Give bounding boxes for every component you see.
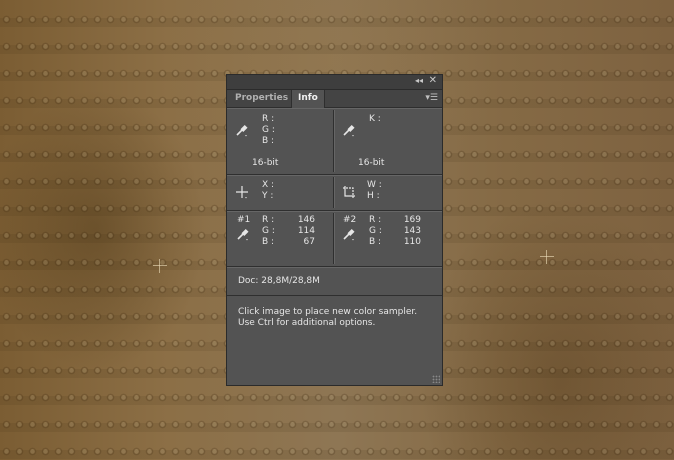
position-y-label: Y : [262, 191, 274, 201]
color-samplers-section: #1 R : G : B : 146 114 67 #2 R : G : B :… [227, 211, 442, 267]
help-text-line-1: Click image to place new color sampler. [238, 307, 418, 317]
crosshair-icon[interactable] [235, 185, 249, 199]
position-size-section: X : Y : W : H : [227, 175, 442, 211]
close-icon[interactable]: ✕ [429, 75, 437, 86]
eyedropper-icon[interactable] [235, 123, 249, 137]
sampler-2-r-label: R : [369, 215, 382, 225]
rgb-bit-depth[interactable]: 16-bit [252, 158, 278, 169]
panel-tabs: Properties Info ▾☰ [227, 90, 442, 108]
eyedropper-icon[interactable] [342, 227, 356, 241]
sampler-2-label: #2 [343, 215, 357, 225]
info-panel: ◂◂ ✕ Properties Info ▾☰ R : G : B : 16-b… [226, 74, 443, 386]
sampler-1-r-value: 146 [297, 215, 315, 225]
cmyk-k-label: K : [369, 114, 381, 124]
sampler-2-g-value: 143 [403, 226, 421, 236]
position-x-label: X : [262, 180, 275, 190]
sampler-1-r-label: R : [262, 215, 275, 225]
sampler-1-label: #1 [237, 215, 251, 225]
size-h-label: H : [367, 191, 380, 201]
help-text-line-2: Use Ctrl for additional options. [238, 318, 376, 328]
rgb-g-label: G : [262, 125, 275, 135]
sampler-1-b-value: 67 [303, 237, 315, 247]
document-size-section: Doc: 28,8M/28,8M [227, 267, 442, 296]
eyedropper-icon[interactable] [236, 227, 250, 241]
sampler-2-r-value: 169 [403, 215, 421, 225]
sampler-2-b-label: B : [369, 237, 382, 247]
section-divider [333, 177, 334, 208]
panel-menu-icon[interactable]: ▾☰ [425, 93, 438, 103]
color-sampler-marker-2[interactable] [540, 250, 554, 264]
tab-info[interactable]: Info [291, 90, 325, 108]
selection-size-icon [342, 185, 356, 199]
color-sampler-marker-1[interactable] [153, 259, 167, 273]
sampler-1-b-label: B : [262, 237, 275, 247]
sampler-1-g-label: G : [262, 226, 275, 236]
sampler-2-b-value: 110 [403, 237, 421, 247]
sampler-2-g-label: G : [369, 226, 382, 236]
document-size: Doc: 28,8M/28,8M [238, 276, 320, 286]
rgb-b-label: B : [262, 136, 275, 146]
panel-titlebar[interactable]: ◂◂ ✕ [227, 75, 442, 90]
section-divider [333, 110, 334, 172]
sampler-1-g-value: 114 [297, 226, 315, 236]
section-divider [333, 213, 334, 264]
help-text: Click image to place new color sampler. … [238, 307, 417, 329]
size-w-label: W : [367, 180, 382, 190]
eyedropper-icon[interactable] [342, 123, 356, 137]
rgb-r-label: R : [262, 114, 275, 124]
tab-properties[interactable]: Properties [229, 90, 294, 107]
color-readout-section: R : G : B : 16-bit K : 16-bit [227, 108, 442, 175]
double-chevron-left-icon[interactable]: ◂◂ [415, 76, 423, 85]
resize-grip[interactable] [432, 375, 440, 383]
cmyk-bit-depth[interactable]: 16-bit [358, 158, 384, 169]
